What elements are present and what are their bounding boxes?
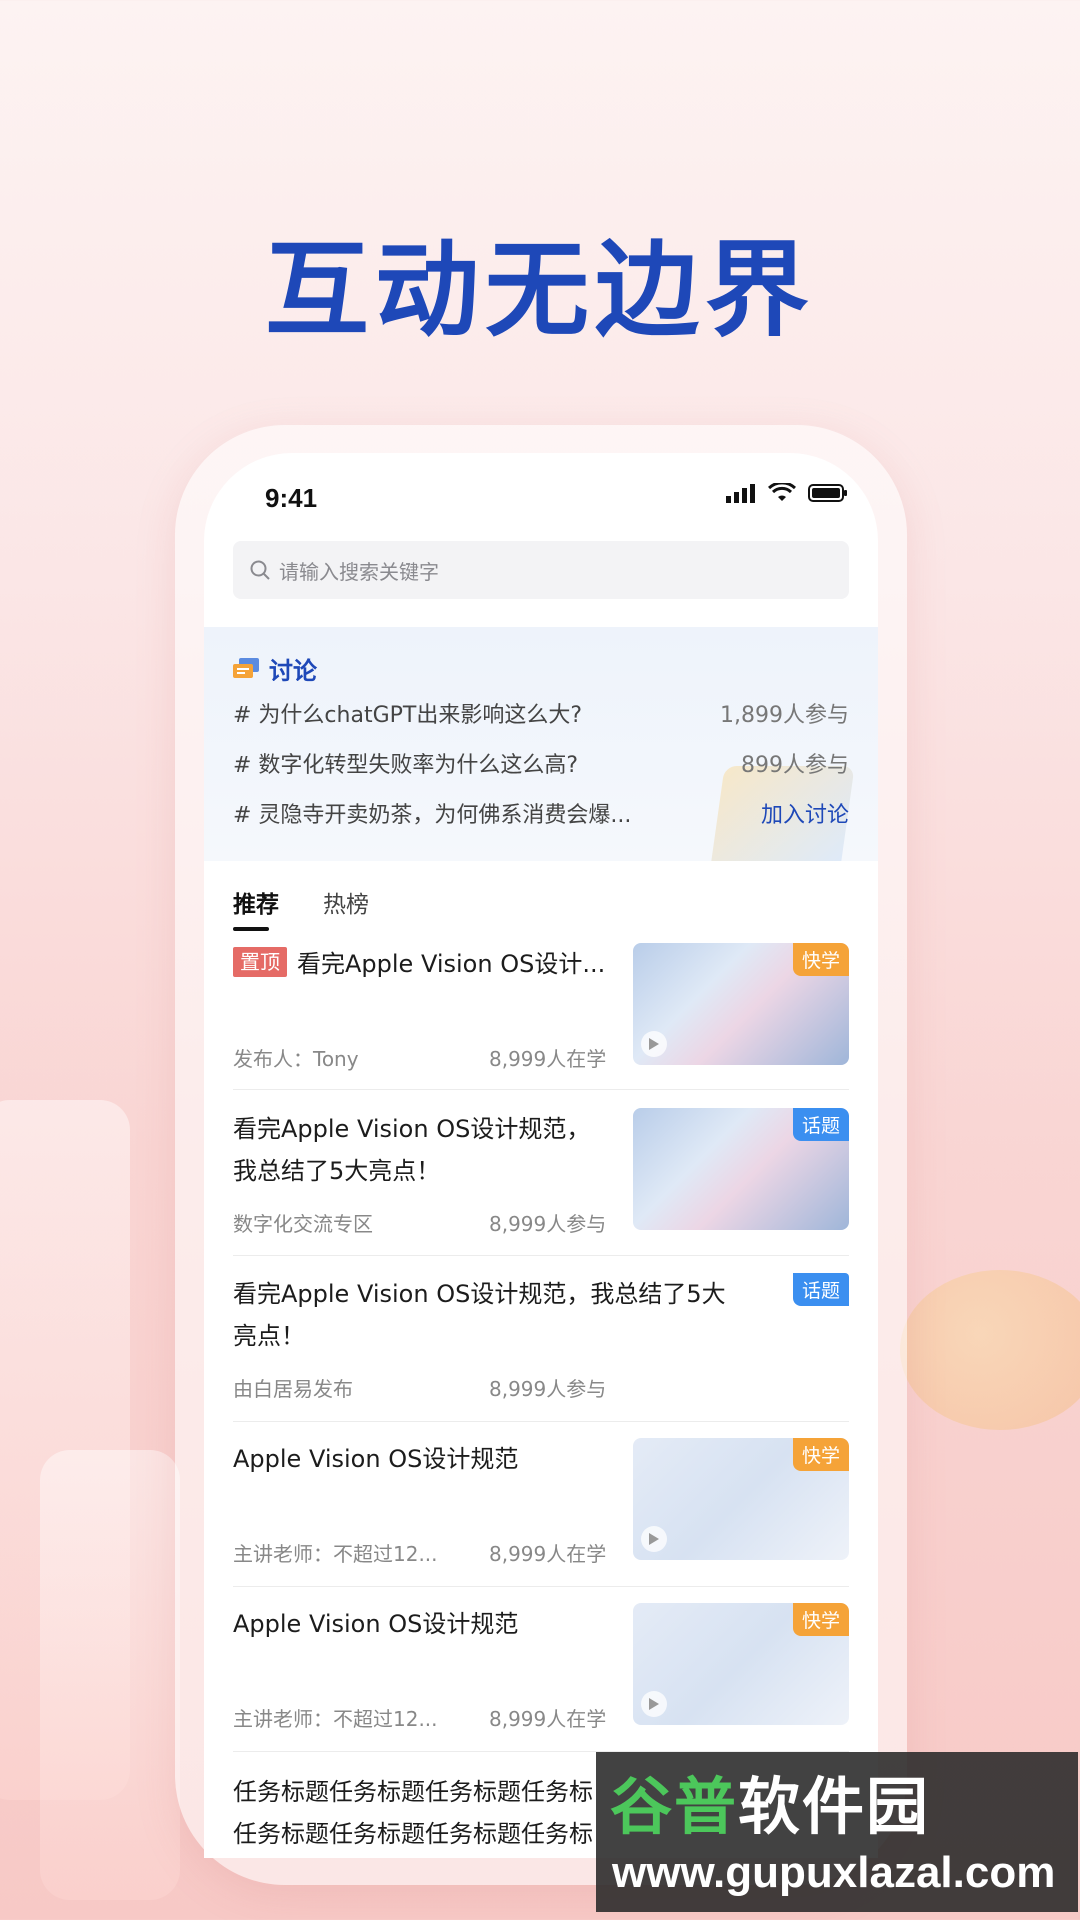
category-badge: 快学 (792, 1603, 849, 1636)
discussion-topic[interactable]: # 灵隐寺开卖奶茶，为何佛系消费会爆... 加入讨论 (233, 797, 849, 829)
category-badge: 快学 (792, 943, 849, 976)
card-source: 由白居易发布 (233, 1377, 353, 1401)
discussion-topic[interactable]: # 为什么chatGPT出来影响这么大? 1,899人参与 (233, 697, 849, 729)
discussion-topic[interactable]: # 数字化转型失败率为什么这么高? 899人参与 (233, 747, 849, 779)
card-count: 8,999人参与 (489, 1377, 607, 1401)
status-icons (726, 483, 848, 503)
topic-text: # 为什么chatGPT出来影响这么大? (233, 703, 583, 728)
discussion-header: 讨论 (233, 651, 317, 686)
chat-bubble-decoration (900, 1270, 1080, 1430)
card-title: 置顶 看完Apple Vision OS设计... (233, 943, 605, 985)
card-thumbnail[interactable]: 快学 (633, 943, 849, 1065)
watermark-url: www.gupuxlazal.com (612, 1848, 1056, 1897)
background-decoration (40, 1450, 180, 1900)
play-icon (641, 1691, 667, 1717)
tab-hot[interactable]: 热榜 (323, 885, 369, 919)
tab-recommended[interactable]: 推荐 (233, 885, 279, 931)
chat-icon (233, 657, 259, 678)
card-title: Apple Vision OS设计规范 (233, 1445, 519, 1473)
feed-card[interactable]: 看完Apple Vision OS设计规范，我总结了5大 亮点！ 由白居易发布 … (233, 1273, 849, 1423)
feed-card[interactable]: 置顶 看完Apple Vision OS设计... 发布人：Tony 8,999人… (233, 943, 849, 1093)
search-icon (250, 560, 270, 580)
card-title-line: 任务标题任务标题任务标题任务标 (233, 1820, 593, 1848)
join-discussion-button[interactable]: 加入讨论 (761, 797, 849, 829)
topic-count: 1,899人参与 (720, 703, 849, 728)
discussion-section: 讨论 # 为什么chatGPT出来影响这么大? 1,899人参与 # 数字化转型… (204, 627, 878, 861)
card-count: 8,999人在学 (489, 1047, 607, 1071)
category-badge: 话题 (792, 1273, 849, 1306)
search-input[interactable]: 请输入搜索关键字 (233, 541, 849, 599)
card-title-text: 看完Apple Vision OS设计... (297, 950, 606, 978)
card-title-line: 看完Apple Vision OS设计规范， (233, 1115, 591, 1143)
card-source: 数字化交流专区 (233, 1212, 373, 1236)
card-title-line: 看完Apple Vision OS设计规范，我总结了5大 (233, 1280, 726, 1308)
pinned-tag: 置顶 (233, 947, 287, 977)
card-count: 8,999人在学 (489, 1542, 607, 1566)
page-headline: 互动无边界 (264, 229, 815, 351)
category-badge: 快学 (792, 1438, 849, 1471)
battery-icon (808, 484, 847, 502)
card-count: 8,999人参与 (489, 1212, 607, 1236)
divider (233, 1089, 849, 1090)
status-time: 9:41 (265, 483, 318, 513)
wifi-icon (768, 483, 796, 501)
card-count: 8,999人在学 (489, 1707, 607, 1731)
feed-card[interactable]: 看完Apple Vision OS设计规范， 我总结了5大亮点！ 数字化交流专区… (233, 1108, 849, 1258)
discussion-title: 讨论 (269, 657, 317, 685)
play-icon (641, 1526, 667, 1552)
status-bar: 9:41 (204, 453, 878, 543)
phone-screen: 9:41 请输入搜索关键字 讨论 # 为什么chatGPT出来影响这么大? 1,… (204, 453, 878, 1858)
card-thumbnail[interactable]: 快学 (633, 1438, 849, 1560)
feed-card[interactable]: Apple Vision OS设计规范 主讲老师：不超过12... 8,999人… (233, 1603, 849, 1753)
watermark-brand: 谷普软件园 (610, 1770, 931, 1843)
card-title-line: 亮点！ (233, 1322, 305, 1350)
watermark-logo: 谷普软件园 www.gupuxlazal.com (596, 1752, 1078, 1912)
category-badge: 话题 (792, 1108, 849, 1141)
play-icon (641, 1031, 667, 1057)
divider (233, 1255, 849, 1256)
card-author: 发布人：Tony (233, 1047, 359, 1071)
divider (233, 1421, 849, 1422)
card-teacher: 主讲老师：不超过12... (233, 1707, 438, 1731)
topic-text: # 数字化转型失败率为什么这么高? (233, 753, 579, 778)
signal-icon (726, 484, 755, 503)
card-title: Apple Vision OS设计规范 (233, 1610, 519, 1638)
card-title-line: 任务标题任务标题任务标题任务标 (233, 1778, 593, 1806)
feed-card[interactable]: Apple Vision OS设计规范 主讲老师：不超过12... 8,999人… (233, 1438, 849, 1588)
card-thumbnail[interactable]: 快学 (633, 1603, 849, 1725)
divider (233, 1586, 849, 1587)
topic-count: 899人参与 (741, 753, 849, 778)
topic-text: # 灵隐寺开卖奶茶，为何佛系消费会爆... (233, 803, 632, 828)
search-placeholder: 请输入搜索关键字 (279, 559, 439, 584)
card-title-line: 我总结了5大亮点！ (233, 1157, 441, 1185)
feed-tabs: 推荐 热榜 (233, 885, 369, 931)
card-teacher: 主讲老师：不超过12... (233, 1542, 438, 1566)
card-thumbnail[interactable]: 话题 (633, 1108, 849, 1230)
